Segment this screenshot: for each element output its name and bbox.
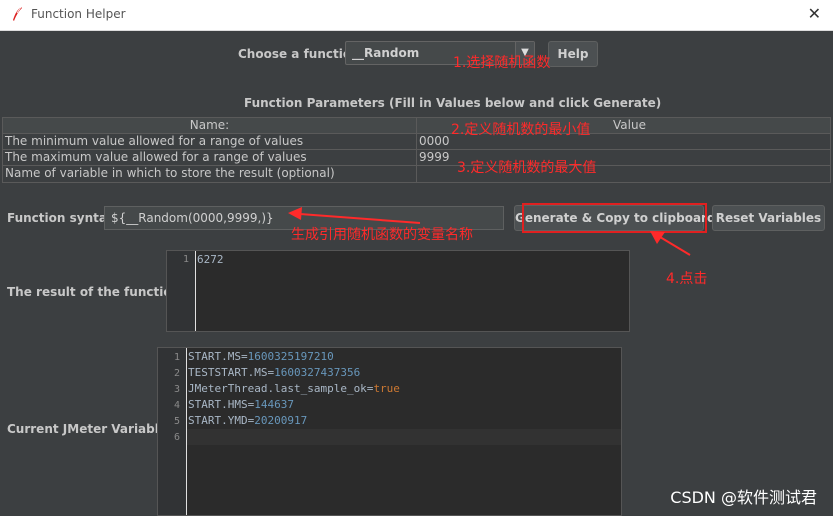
watermark: CSDN @软件测试君: [670, 488, 817, 507]
variable-line: JMeterThread.last_sample_ok=true: [188, 382, 400, 395]
arrow-to-generate-icon: [650, 231, 691, 256]
variables-label: Current JMeter Variables: [7, 422, 175, 436]
function-syntax-label: Function syntax:: [7, 211, 120, 225]
line-number: 3: [173, 384, 180, 395]
line-number: 1: [182, 254, 189, 265]
column-header-name: Name:: [3, 118, 417, 133]
function-select-value: __Random: [352, 46, 420, 60]
annotation-select-function: 1.选择随机函数: [453, 55, 551, 71]
annotation-click: 4.点击: [666, 271, 708, 287]
variable-key: START.YMD=: [188, 414, 255, 427]
help-button[interactable]: Help: [548, 41, 598, 67]
variable-key: START.MS=: [188, 350, 248, 363]
variable-key: JMeterThread.last_sample_ok=: [188, 382, 374, 395]
variable-value: true: [373, 382, 400, 395]
variable-line: START.HMS=144637: [188, 398, 294, 411]
variable-value: 1600327437356: [274, 366, 361, 379]
line-number: 2: [173, 368, 180, 379]
result-value: 6272: [197, 253, 224, 266]
table-row[interactable]: Name of variable in which to store the r…: [3, 166, 830, 182]
reset-variables-button[interactable]: Reset Variables: [712, 205, 825, 231]
window-titlebar: Function Helper ✕: [0, 0, 833, 31]
annotation-variable-name: 生成引用随机函数的变量名称: [291, 227, 473, 243]
result-editor[interactable]: 1 6272: [166, 250, 630, 332]
annotation-min-value: 2.定义随机数的最小值: [451, 122, 591, 138]
variables-editor[interactable]: 1 START.MS=1600325197210 2 TESTSTART.MS=…: [157, 347, 622, 516]
variable-line: START.MS=1600325197210: [188, 350, 334, 363]
variable-line: TESTSTART.MS=1600327437356: [188, 366, 360, 379]
close-icon[interactable]: ✕: [808, 4, 821, 23]
line-number: 4: [173, 400, 180, 411]
params-table: Name: Value The minimum value allowed fo…: [2, 117, 831, 183]
params-heading: Function Parameters (Fill in Values belo…: [244, 96, 662, 110]
highlight-box: [522, 203, 707, 233]
param-name: Name of variable in which to store the r…: [3, 166, 417, 182]
line-number: 6: [173, 432, 180, 443]
param-name: The maximum value allowed for a range of…: [3, 150, 417, 165]
variable-key: TESTSTART.MS=: [188, 366, 275, 379]
table-row[interactable]: The minimum value allowed for a range of…: [3, 134, 830, 150]
feather-icon: [13, 6, 22, 21]
variable-value: 1600325197210: [247, 350, 334, 363]
variable-line: START.YMD=20200917: [188, 414, 307, 427]
param-name: The minimum value allowed for a range of…: [3, 134, 417, 149]
table-row[interactable]: The maximum value allowed for a range of…: [3, 150, 830, 166]
window-title: Function Helper: [31, 7, 126, 21]
table-header: Name: Value: [3, 118, 830, 134]
variable-key: START.HMS=: [188, 398, 255, 411]
annotation-max-value: 3.定义随机数的最大值: [457, 160, 597, 176]
variable-value: 20200917: [254, 414, 308, 427]
line-number: 5: [173, 416, 180, 427]
variable-value: 144637: [254, 398, 294, 411]
current-line-highlight: [187, 429, 621, 445]
line-number: 1: [173, 352, 180, 363]
choose-function-label: Choose a function: [238, 47, 360, 61]
